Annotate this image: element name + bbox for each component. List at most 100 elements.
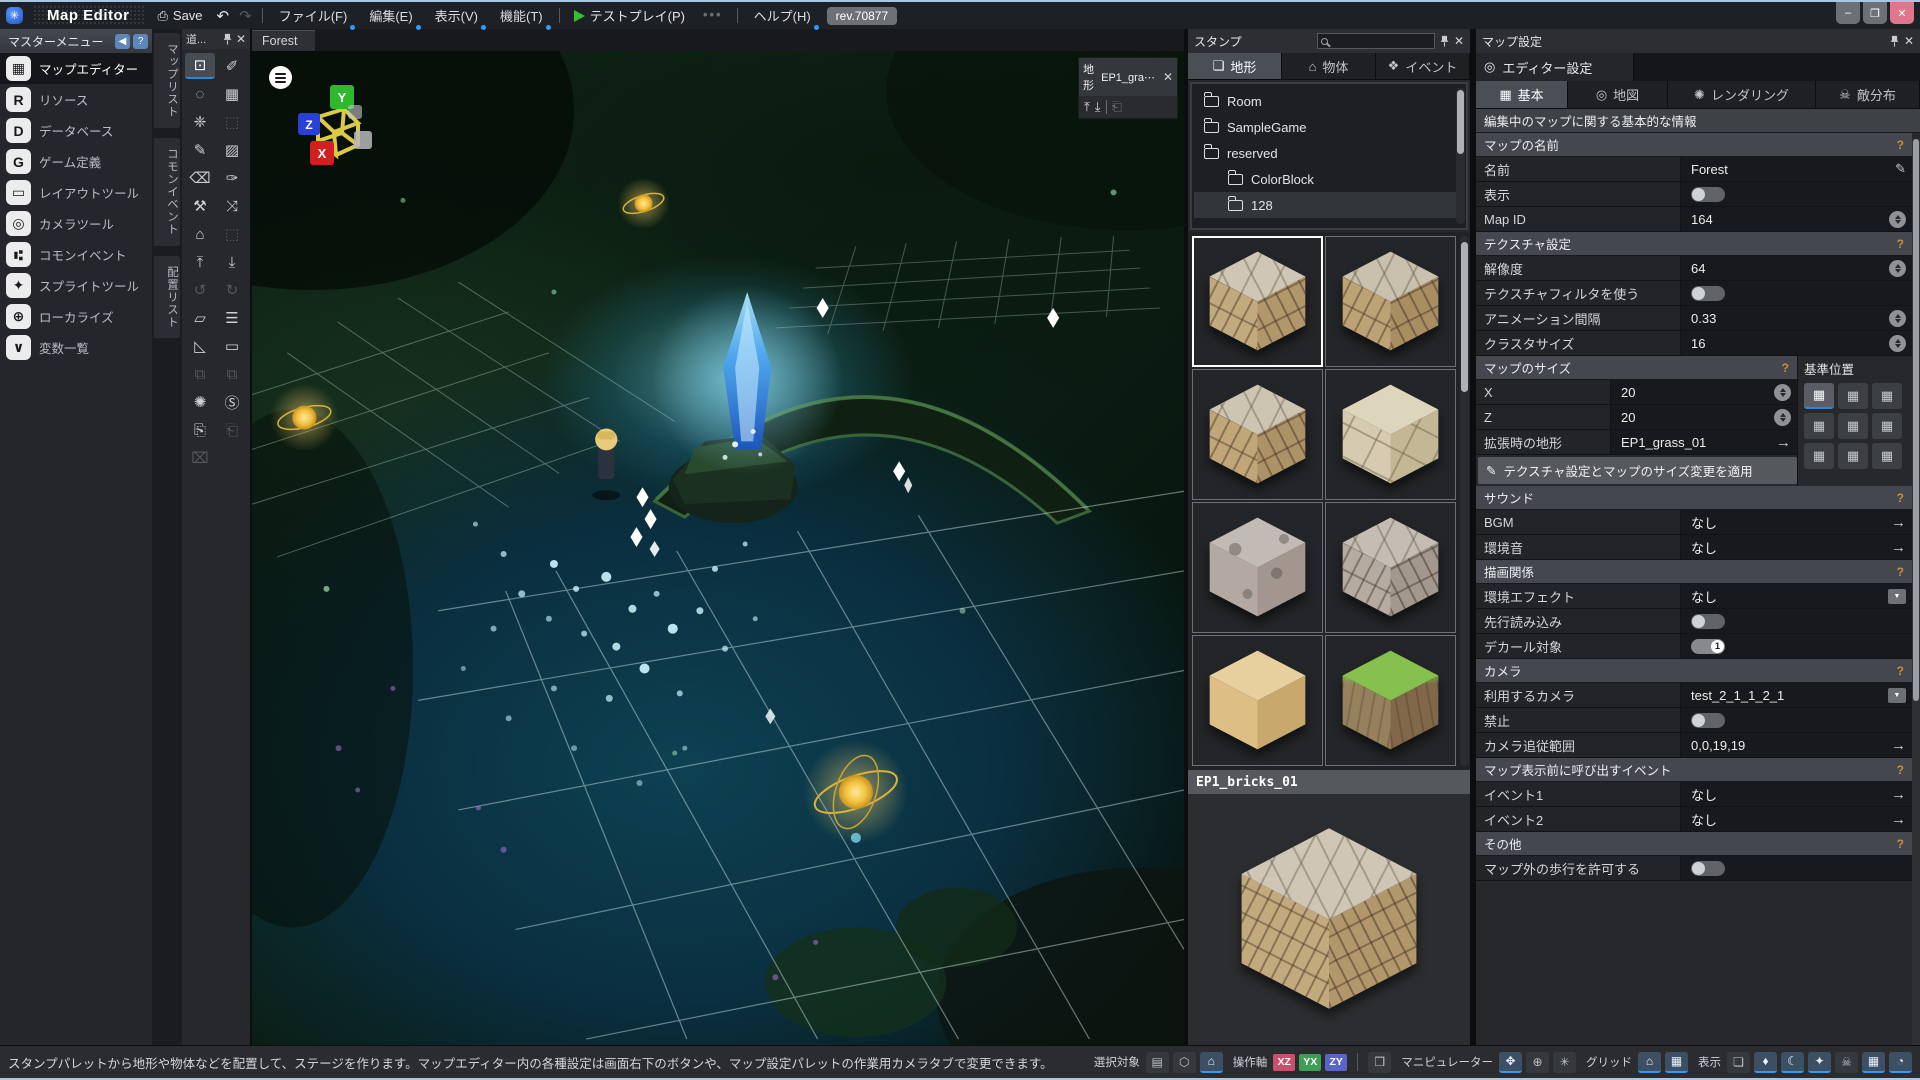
collapse-button[interactable]: ◀ — [115, 34, 130, 49]
menu-overflow-button[interactable]: ••• — [699, 7, 727, 25]
axis-xz-button[interactable]: XZ — [1273, 1054, 1295, 1071]
stepper-icon[interactable] — [1774, 409, 1791, 426]
tool-lower-terrain[interactable]: ⤓ — [217, 249, 247, 275]
menu-help[interactable]: ヘルプ(H) — [748, 4, 817, 28]
stamp-block-brick-tan-2[interactable] — [1325, 236, 1456, 367]
tool-eraser[interactable]: ⌫ — [185, 165, 215, 191]
arrow-icon[interactable]: → — [1891, 514, 1906, 531]
close-button[interactable]: ✕ — [1890, 2, 1914, 24]
select-locked-button[interactable]: ⌂ — [1200, 1052, 1223, 1073]
stamp-block-brick-tan-1[interactable] — [1192, 236, 1323, 367]
close-icon[interactable]: ✕ — [236, 32, 246, 46]
stamp-out-icon[interactable]: ⤓ — [1095, 99, 1101, 115]
menu-file[interactable]: ファイル(F) — [273, 4, 354, 28]
tab-basic[interactable]: ▦基本 — [1476, 81, 1568, 108]
stamp-mode-button[interactable]: ❒ — [1368, 1052, 1391, 1073]
sidebar-item-resources[interactable]: Rリソース — [0, 84, 152, 115]
arrow-icon[interactable]: → — [1891, 737, 1906, 754]
help-icon[interactable]: ? — [1897, 565, 1904, 579]
sidebar-item-common-event[interactable]: ⑆コモンイベント — [0, 239, 152, 270]
editor-settings-button[interactable]: ◎エディター設定 — [1476, 53, 1634, 81]
display-fog-button[interactable]: ◔ — [1889, 1052, 1912, 1073]
tab-placement-list[interactable]: 配置リスト — [154, 256, 180, 339]
stamp-block-sand-plain[interactable] — [1192, 635, 1323, 766]
tool-shovel[interactable]: ⚒ — [185, 193, 215, 219]
tree-item-reserved[interactable]: reserved — [1194, 140, 1464, 166]
arrow-icon[interactable]: → — [1776, 434, 1791, 451]
axis-gizmo[interactable]: Y Z X — [296, 83, 374, 172]
help-icon[interactable]: ? — [1897, 237, 1904, 251]
tool-box-block[interactable]: ▭ — [217, 333, 247, 359]
help-icon[interactable]: ? — [1897, 837, 1904, 851]
tab-enemy-distribution[interactable]: ☠敵分布 — [1816, 81, 1920, 108]
basis-mid-center[interactable]: ▦ — [1838, 413, 1868, 439]
display-cage-button[interactable]: ▦ — [1862, 1052, 1885, 1073]
stepper-icon[interactable] — [1889, 335, 1906, 352]
basis-bottom-right[interactable]: ▦ — [1872, 443, 1902, 469]
restore-button[interactable]: ❐ — [1863, 2, 1887, 24]
visible-toggle[interactable] — [1691, 187, 1725, 202]
apply-texture-size-button[interactable]: ✎テクスチャ設定とマップのサイズ変更を適用 — [1478, 457, 1797, 484]
basis-mid-left[interactable]: ▦ — [1804, 413, 1834, 439]
tool-raise-terrain[interactable]: ⤒ — [185, 249, 215, 275]
search-input[interactable] — [1331, 35, 1431, 47]
menu-function[interactable]: 機能(T) — [494, 4, 549, 28]
tool-picker[interactable]: ✑ — [217, 165, 247, 191]
tree-item-room[interactable]: Room — [1194, 88, 1464, 114]
texture-filter-toggle[interactable] — [1691, 286, 1725, 301]
stamp-block-brick-gray[interactable] — [1325, 502, 1456, 633]
sidebar-item-sprite-tool[interactable]: ✦スプライトツール — [0, 270, 152, 301]
tab-objects[interactable]: ⌂物体 — [1282, 53, 1376, 79]
minimize-button[interactable]: – — [1836, 2, 1860, 24]
axis-zy-button[interactable]: ZY — [1325, 1054, 1347, 1071]
tool-fill[interactable]: ▨ — [217, 137, 247, 163]
stamp-in-icon[interactable]: ⤒ — [1084, 99, 1090, 115]
sidebar-item-game-definition[interactable]: Gゲーム定義 — [0, 146, 152, 177]
stamp-block-cobble-gray[interactable] — [1192, 502, 1323, 633]
tool-triangle-block[interactable]: ◺ — [185, 333, 215, 359]
save-button[interactable]: ⎙Save — [154, 6, 207, 26]
basis-mid-right[interactable]: ▦ — [1872, 413, 1902, 439]
select-terrain-button[interactable]: ▤ — [1146, 1052, 1169, 1073]
tab-events[interactable]: ❖イベント — [1376, 53, 1470, 79]
stepper-icon[interactable] — [1774, 384, 1791, 401]
close-icon[interactable]: ✕ — [1163, 70, 1173, 84]
tool-polyline-select[interactable]: ✐ — [217, 53, 247, 79]
help-icon[interactable]: ? — [1782, 361, 1789, 375]
tool-stairs[interactable]: ☰ — [217, 305, 247, 331]
map-3d-canvas[interactable]: Y Z X 地形 EP1_gra⋯ ✕ ⤒ — [252, 51, 1184, 1045]
arrow-icon[interactable]: → — [1891, 811, 1906, 828]
sidebar-item-camera-tool[interactable]: ◎カメラツール — [0, 208, 152, 239]
tab-map-list[interactable]: マップリスト — [154, 33, 180, 128]
display-enemy-button[interactable]: ☠ — [1835, 1052, 1858, 1073]
tool-currency[interactable]: Ⓢ — [217, 389, 247, 415]
tool-pen[interactable]: ✎ — [185, 137, 215, 163]
display-night-button[interactable]: ☾ — [1781, 1052, 1804, 1073]
tool-rectangle-select[interactable]: ⊡ — [185, 53, 215, 79]
dropdown-icon[interactable]: ▼ — [1888, 688, 1906, 703]
tool-magic-wand[interactable]: ❈ — [185, 109, 215, 135]
help-button[interactable]: ? — [133, 34, 148, 49]
testplay-button[interactable]: テストプレイ(P) — [570, 4, 689, 27]
arrow-icon[interactable]: → — [1891, 539, 1906, 556]
tree-scrollbar[interactable] — [1456, 88, 1465, 224]
decal-toggle[interactable]: 1 — [1691, 639, 1725, 654]
help-icon[interactable]: ? — [1897, 491, 1904, 505]
grid-show-button[interactable]: ▦ — [1665, 1052, 1688, 1073]
map-tab-forest[interactable]: Forest — [252, 30, 315, 51]
pin-icon[interactable] — [1440, 35, 1449, 47]
manipulator-rotate-button[interactable]: ⊕ — [1526, 1052, 1549, 1073]
tool-terrain-move[interactable]: ⤨ — [217, 193, 247, 219]
help-icon[interactable]: ? — [1897, 664, 1904, 678]
preload-toggle[interactable] — [1691, 614, 1725, 629]
sidebar-item-localize[interactable]: ⊕ローカライズ — [0, 301, 152, 332]
close-icon[interactable]: ✕ — [1454, 34, 1464, 48]
viewport-menu-button[interactable] — [269, 66, 292, 89]
stepper-icon[interactable] — [1889, 211, 1906, 228]
tool-block-select[interactable]: ▦ — [217, 81, 247, 107]
basis-top-left[interactable]: ▦ — [1804, 383, 1834, 409]
tool-start-point[interactable]: ⌂ — [185, 221, 215, 247]
arrow-icon[interactable]: → — [1891, 786, 1906, 803]
basis-bottom-center[interactable]: ▦ — [1838, 443, 1868, 469]
help-icon[interactable]: ? — [1897, 138, 1904, 152]
